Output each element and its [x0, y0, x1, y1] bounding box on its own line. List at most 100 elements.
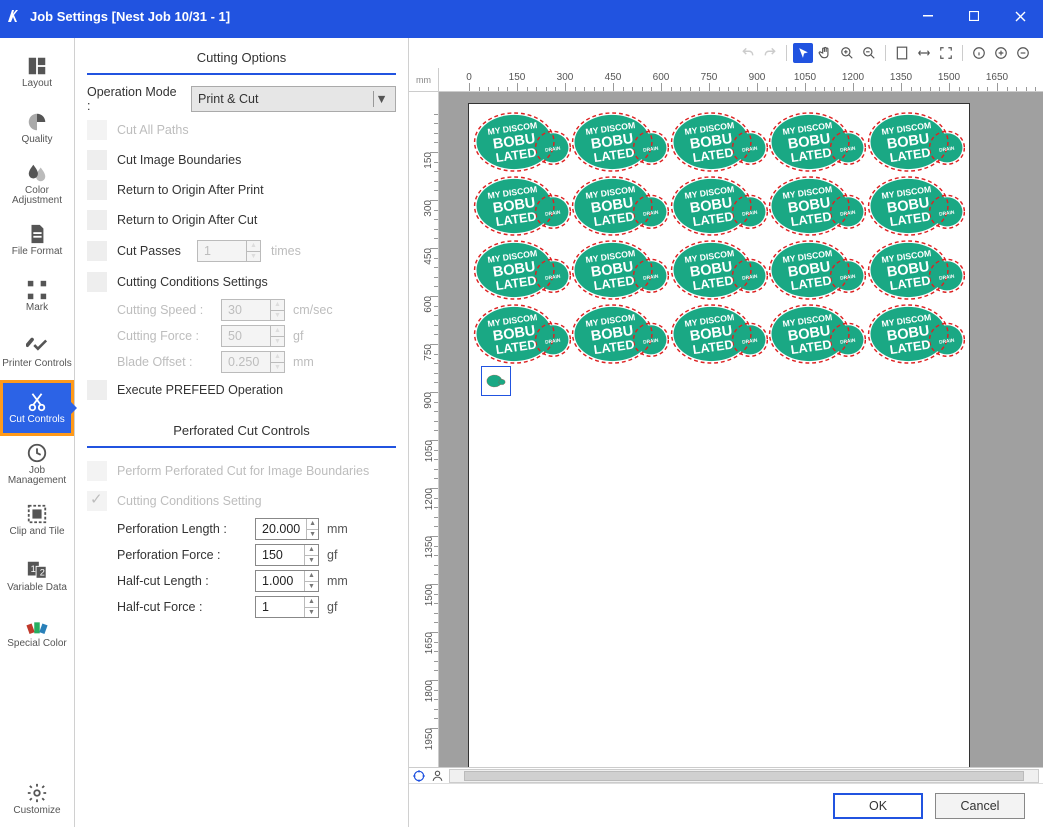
remove-icon[interactable]: [1013, 43, 1033, 63]
cutting-conditions-checkbox[interactable]: [87, 272, 107, 292]
sticker-item[interactable]: MY DISCOM BOBU LATED DRAIN: [670, 112, 768, 174]
sticker-item[interactable]: MY DISCOM BOBU LATED DRAIN: [571, 240, 669, 302]
sidebar-item-file-format[interactable]: File Format: [0, 212, 74, 268]
sidebar-item-special-color[interactable]: Special Color: [0, 604, 74, 660]
operation-mode-label: Operation Mode :: [87, 85, 183, 113]
person-icon[interactable]: [429, 768, 445, 784]
sticker-item[interactable]: MY DISCOM BOBU LATED DRAIN: [571, 304, 669, 366]
info-icon[interactable]: [969, 43, 989, 63]
sidebar-item-color[interactable]: Color Adjustment: [0, 156, 74, 212]
sidebar-item-printer-controls[interactable]: Printer Controls: [0, 324, 74, 380]
page-artboard: MY DISCOM BOBU LATED DRAIN MY DISCOM BOB…: [469, 104, 969, 767]
fit-screen-icon[interactable]: [936, 43, 956, 63]
cutting-force-label: Cutting Force :: [117, 329, 213, 343]
sticker-item[interactable]: MY DISCOM BOBU LATED DRAIN: [768, 304, 866, 366]
cut-passes-checkbox[interactable]: [87, 241, 107, 261]
sidebar-item-label: Clip and Tile: [9, 527, 64, 538]
return-origin-cut-checkbox[interactable]: [87, 210, 107, 230]
half-length-input[interactable]: 1.000▲▼: [255, 570, 319, 592]
cut-all-paths-checkbox: [87, 120, 107, 140]
sticker-item[interactable]: MY DISCOM BOBU LATED DRAIN: [571, 176, 669, 238]
perforated-conditions-label: Cutting Conditions Setting: [117, 494, 262, 508]
sidebar-item-quality[interactable]: Quality: [0, 100, 74, 156]
sidebar-item-job-management[interactable]: Job Management: [0, 436, 74, 492]
half-force-input[interactable]: 1▲▼: [255, 596, 319, 618]
target-icon[interactable]: [411, 768, 427, 784]
ruler-unit-label: mm: [409, 68, 439, 92]
blade-offset-unit: mm: [293, 355, 314, 369]
sticker-item[interactable]: MY DISCOM BOBU LATED DRAIN: [473, 176, 571, 238]
sidebar-item-label: Job Management: [0, 466, 74, 487]
fit-page-icon[interactable]: [892, 43, 912, 63]
sticker-item[interactable]: MY DISCOM BOBU LATED DRAIN: [768, 176, 866, 238]
sticker-item[interactable]: MY DISCOM BOBU LATED DRAIN: [473, 112, 571, 174]
sticker-item[interactable]: MY DISCOM BOBU LATED DRAIN: [571, 112, 669, 174]
horizontal-scrollbar[interactable]: [449, 769, 1039, 783]
cut-all-paths-label: Cut All Paths: [117, 123, 189, 137]
add-icon[interactable]: [991, 43, 1011, 63]
sidebar-item-label: Printer Controls: [2, 359, 71, 370]
pan-tool-icon[interactable]: [815, 43, 835, 63]
cancel-button[interactable]: Cancel: [935, 793, 1025, 819]
zoom-in-icon[interactable]: [837, 43, 857, 63]
ok-button[interactable]: OK: [833, 793, 923, 819]
sidebar-item-layout[interactable]: Layout: [0, 44, 74, 100]
sticker-item[interactable]: MY DISCOM BOBU LATED DRAIN: [473, 240, 571, 302]
window-title: Job Settings [Nest Job 10/31 - 1]: [28, 9, 230, 24]
sidebar-item-mark[interactable]: Mark: [0, 268, 74, 324]
sidebar-item-clip-tile[interactable]: Clip and Tile: [0, 492, 74, 548]
sidebar-item-customize[interactable]: Customize: [0, 771, 74, 827]
preview-statusbar: [409, 767, 1043, 783]
cut-image-boundaries-checkbox[interactable]: [87, 150, 107, 170]
settings-panel: Cutting Options Operation Mode : Print &…: [75, 38, 409, 827]
app-icon: [0, 8, 28, 24]
sticker-item[interactable]: MY DISCOM BOBU LATED DRAIN: [670, 176, 768, 238]
chevron-down-icon: ▼: [373, 91, 389, 107]
operation-mode-select[interactable]: Print & Cut ▼: [191, 86, 396, 112]
zoom-out-icon[interactable]: [859, 43, 879, 63]
sticker-item[interactable]: MY DISCOM BOBU LATED DRAIN: [768, 112, 866, 174]
sidebar-item-variable-data[interactable]: 12 Variable Data: [0, 548, 74, 604]
cutting-force-input: 50▲▼: [221, 325, 285, 347]
sticker-item[interactable]: MY DISCOM BOBU LATED DRAIN: [867, 112, 965, 174]
perf-force-input[interactable]: 150▲▼: [255, 544, 319, 566]
sticker-item[interactable]: MY DISCOM BOBU LATED DRAIN: [867, 176, 965, 238]
perf-force-label: Perforation Force :: [117, 548, 247, 562]
selected-sticker[interactable]: [481, 366, 511, 396]
close-button[interactable]: [997, 0, 1043, 32]
perforated-heading: Perforated Cut Controls: [87, 411, 396, 446]
sticker-item[interactable]: MY DISCOM BOBU LATED DRAIN: [867, 240, 965, 302]
sticker-item[interactable]: MY DISCOM BOBU LATED DRAIN: [867, 304, 965, 366]
execute-prefeed-checkbox[interactable]: [87, 380, 107, 400]
fit-width-icon[interactable]: [914, 43, 934, 63]
cutting-speed-input: 30▲▼: [221, 299, 285, 321]
sticker-item[interactable]: MY DISCOM BOBU LATED DRAIN: [670, 240, 768, 302]
divider: [87, 446, 396, 448]
perform-perforated-checkbox: [87, 461, 107, 481]
sidebar-item-label: Layout: [22, 79, 52, 90]
preview-canvas[interactable]: MY DISCOM BOBU LATED DRAIN MY DISCOM BOB…: [439, 92, 1043, 767]
perf-length-input[interactable]: 20.000▲▼: [255, 518, 319, 540]
sticker-item[interactable]: MY DISCOM BOBU LATED DRAIN: [670, 304, 768, 366]
sticker-item[interactable]: MY DISCOM BOBU LATED DRAIN: [768, 240, 866, 302]
cutting-force-unit: gf: [293, 329, 303, 343]
return-origin-print-label: Return to Origin After Print: [117, 183, 264, 197]
titlebar: Job Settings [Nest Job 10/31 - 1]: [0, 0, 1043, 32]
return-origin-print-checkbox[interactable]: [87, 180, 107, 200]
sidebar-item-cut-controls[interactable]: Cut Controls: [0, 380, 74, 436]
cutting-speed-unit: cm/sec: [293, 303, 333, 317]
sidebar-item-label: Special Color: [7, 639, 66, 650]
blade-offset-label: Blade Offset :: [117, 355, 213, 369]
sidebar-item-label: Customize: [13, 806, 60, 817]
redo-icon: [760, 43, 780, 63]
vertical-ruler: 1503004506007509001050120013501500165018…: [409, 92, 439, 767]
preview-toolbar: [409, 38, 1043, 68]
cut-image-boundaries-label: Cut Image Boundaries: [117, 153, 241, 167]
undo-icon: [738, 43, 758, 63]
pointer-tool-icon[interactable]: [793, 43, 813, 63]
minimize-button[interactable]: [905, 0, 951, 32]
sticker-item[interactable]: MY DISCOM BOBU LATED DRAIN: [473, 304, 571, 366]
execute-prefeed-label: Execute PREFEED Operation: [117, 383, 283, 397]
maximize-button[interactable]: [951, 0, 997, 32]
sidebar-item-label: File Format: [12, 247, 63, 258]
